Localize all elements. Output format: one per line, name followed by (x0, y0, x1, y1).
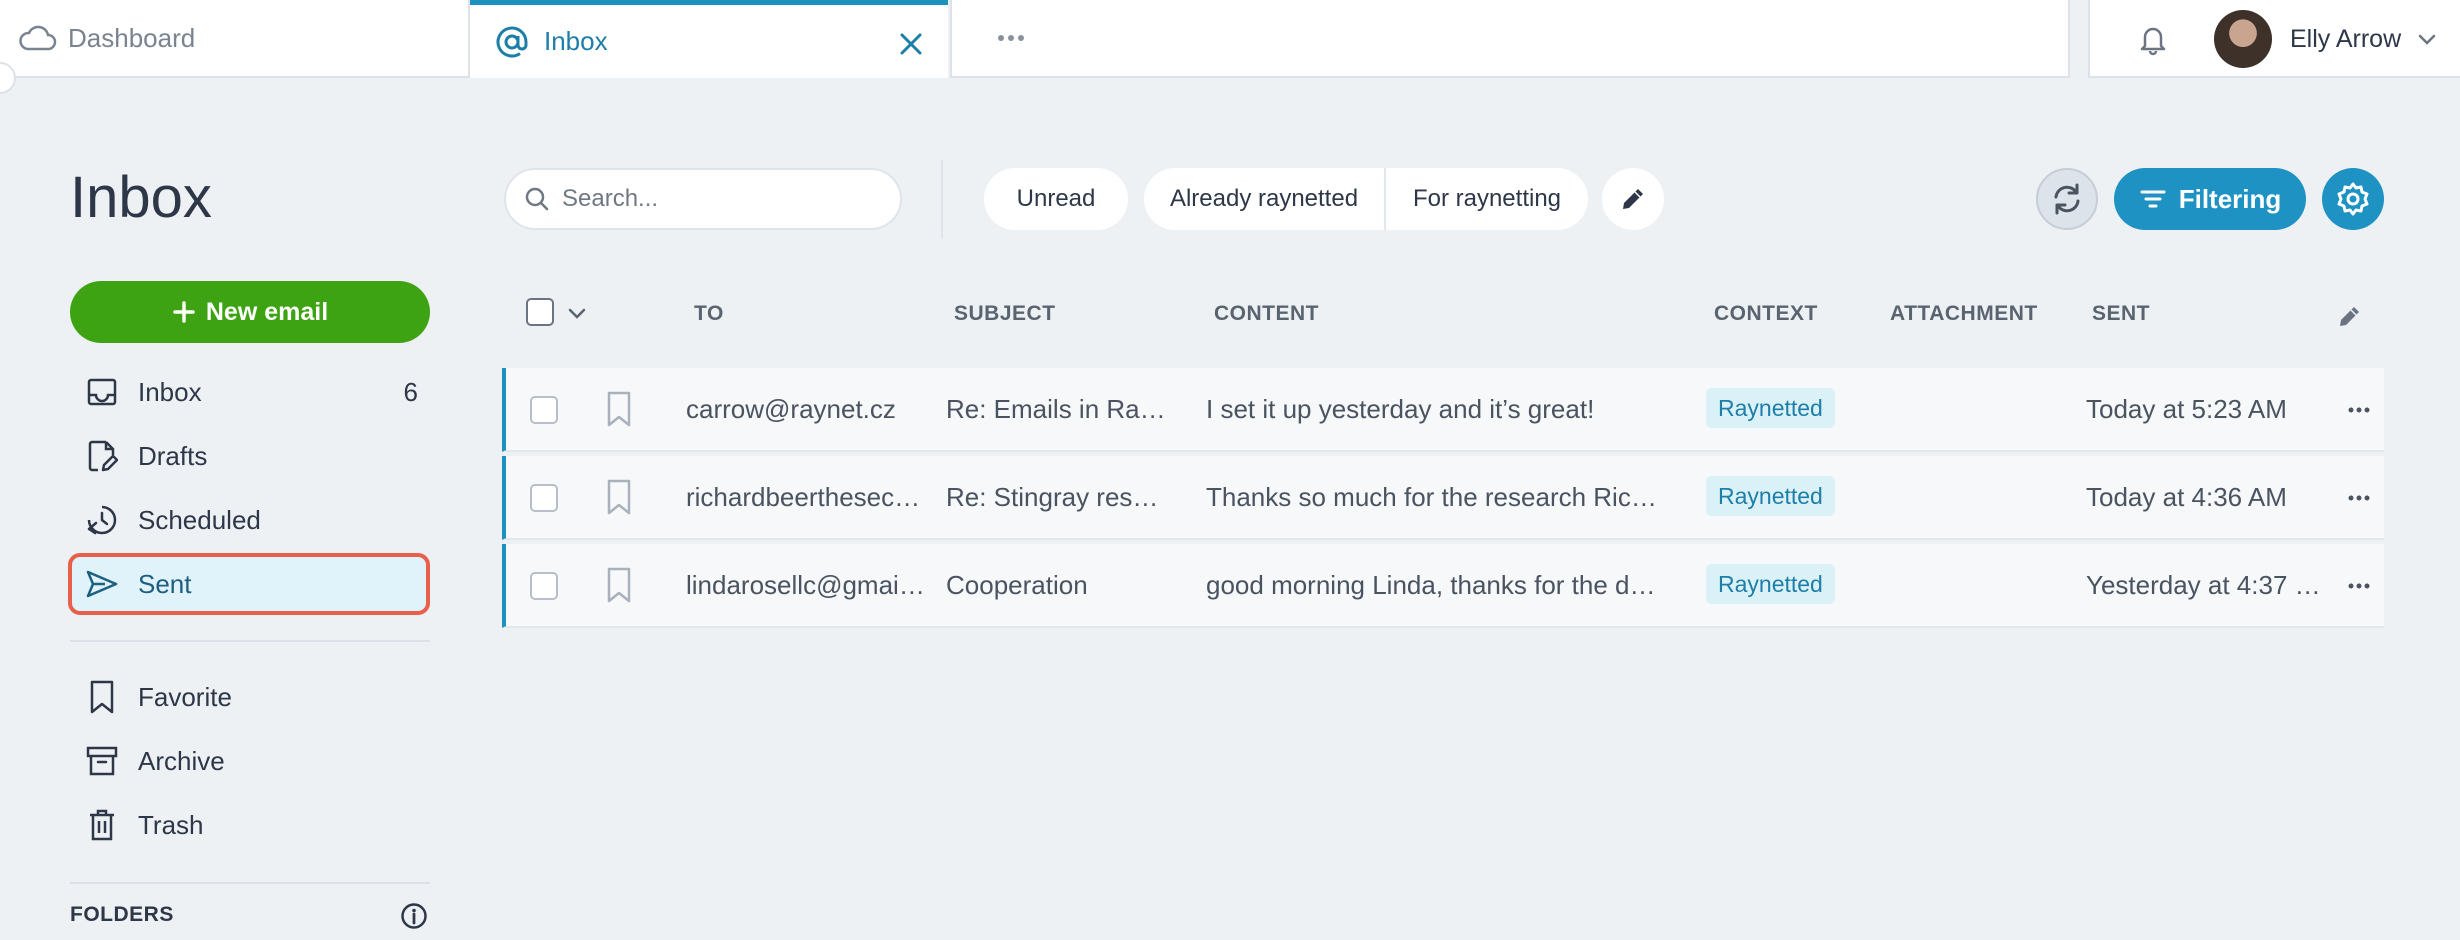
row-subject: Re: Stingray research (946, 482, 1166, 512)
user-name[interactable]: Elly Arrow (2290, 25, 2401, 54)
row-to: carrow@raynet.cz (686, 394, 896, 424)
edit-columns-icon[interactable] (2336, 302, 2364, 330)
row-sent: Today at 4:36 AM (2086, 482, 2287, 512)
table-row[interactable]: richardbeerthesecond Re: Stingray resear… (502, 456, 2384, 540)
inbox-icon (84, 376, 120, 408)
unread-filter-button[interactable]: Unread (984, 168, 1128, 230)
chevron-down-icon[interactable] (2416, 28, 2438, 50)
info-icon[interactable] (400, 902, 428, 930)
sidebar-item-label: Archive (138, 745, 225, 776)
row-subject: Cooperation (946, 570, 1088, 600)
row-subject: Re: Emails in Raynet (946, 394, 1166, 424)
clock-icon (84, 503, 120, 537)
archive-icon (84, 744, 120, 778)
sidebar-item-archive[interactable]: Archive (70, 732, 430, 790)
sidebar-divider (70, 640, 430, 642)
row-content: I set it up yesterday and it’s great! (1206, 394, 1595, 424)
tab-more[interactable] (950, 0, 2070, 78)
sidebar-item-label: Scheduled (138, 504, 261, 535)
trash-icon (84, 808, 120, 842)
row-to: richardbeerthesecond (686, 482, 926, 512)
table-header: TO SUBJECT CONTENT CONTEXT ATTACHMENT SE… (504, 290, 2384, 340)
sidebar-item-sent[interactable]: Sent (68, 553, 430, 615)
search-box[interactable] (504, 168, 902, 230)
filter-icon (2139, 187, 2167, 211)
row-checkbox[interactable] (530, 572, 558, 600)
bookmark-icon (84, 679, 120, 715)
settings-button[interactable] (2322, 168, 2384, 230)
raynet-filter-group: Already raynetted For raynetting (1144, 168, 1588, 230)
tab-inbox[interactable]: Inbox (470, 0, 948, 78)
toolbar-separator (941, 160, 943, 238)
sidebar-item-label: Trash (138, 809, 204, 840)
chevron-down-icon[interactable] (566, 302, 588, 324)
row-checkbox[interactable] (530, 396, 558, 424)
column-header-context[interactable]: CONTEXT (1714, 302, 1818, 326)
sidebar-item-favorite[interactable]: Favorite (70, 668, 430, 726)
table-row[interactable]: carrow@raynet.cz Re: Emails in Raynet I … (502, 368, 2384, 452)
more-horizontal-icon[interactable] (2348, 494, 2370, 502)
tab-dashboard-label: Dashboard (68, 22, 196, 53)
sidebar-item-label: Drafts (138, 440, 208, 471)
already-raynetted-button[interactable]: Already raynetted (1144, 168, 1386, 230)
column-header-attachment[interactable]: ATTACHMENT (1890, 302, 2038, 326)
row-content: good morning Linda, thanks for the docum… (1206, 570, 1666, 600)
for-raynetting-button[interactable]: For raynetting (1386, 168, 1588, 230)
sidebar-item-drafts[interactable]: Drafts (70, 427, 430, 485)
bookmark-icon[interactable] (604, 566, 634, 604)
refresh-icon (2049, 181, 2085, 217)
drafts-icon (84, 439, 120, 473)
more-horizontal-icon[interactable] (2348, 406, 2370, 414)
sidebar-item-scheduled[interactable]: Scheduled (70, 491, 430, 549)
close-icon[interactable] (894, 27, 928, 61)
row-sent: Yesterday at 4:37 PM (2086, 570, 2326, 600)
tab-bar: Dashboard Inbox Elly Arrow (0, 0, 2460, 78)
context-tag[interactable]: Raynetted (1706, 476, 1835, 516)
new-email-label: New email (205, 297, 329, 326)
folders-heading: FOLDERS (70, 903, 174, 926)
new-email-button[interactable]: New email (70, 281, 430, 343)
pencil-icon (1618, 184, 1648, 214)
plus-icon (172, 300, 196, 324)
bell-icon[interactable] (2136, 22, 2170, 56)
at-icon (494, 24, 530, 60)
filtering-button[interactable]: Filtering (2114, 168, 2306, 230)
sidebar-item-trash[interactable]: Trash (70, 796, 430, 854)
inbox-count: 6 (403, 376, 418, 407)
refresh-button[interactable] (2036, 168, 2098, 230)
row-checkbox[interactable] (530, 484, 558, 512)
search-input[interactable] (560, 184, 884, 214)
column-header-content[interactable]: CONTENT (1214, 302, 1319, 326)
bookmark-icon[interactable] (604, 478, 634, 516)
avatar[interactable] (2214, 10, 2272, 68)
sidebar-item-label: Favorite (138, 681, 232, 712)
send-icon (84, 569, 120, 599)
sidebar-divider (70, 882, 430, 884)
more-horizontal-icon[interactable] (996, 33, 1026, 43)
row-to: lindarosellc@gmail.com (686, 570, 926, 600)
context-tag[interactable]: Raynetted (1706, 388, 1835, 428)
page-title: Inbox (70, 165, 212, 230)
column-header-subject[interactable]: SUBJECT (954, 302, 1056, 326)
row-sent: Today at 5:23 AM (2086, 394, 2287, 424)
filtering-label: Filtering (2178, 183, 2282, 214)
search-icon (524, 186, 550, 212)
more-horizontal-icon[interactable] (2348, 582, 2370, 590)
context-tag[interactable]: Raynetted (1706, 564, 1835, 604)
row-content: Thanks so much for the research Richard (1206, 482, 1666, 512)
select-all-checkbox[interactable] (526, 298, 554, 326)
bookmark-icon[interactable] (604, 390, 634, 428)
sidebar-item-inbox[interactable]: Inbox 6 (70, 363, 430, 421)
tab-inbox-label: Inbox (544, 26, 608, 56)
tab-dashboard[interactable]: Dashboard (0, 0, 470, 78)
user-area: Elly Arrow (2088, 0, 2460, 78)
sidebar-item-label: Inbox (138, 376, 202, 407)
column-header-to[interactable]: TO (694, 302, 724, 326)
table-row[interactable]: lindarosellc@gmail.com Cooperation good … (502, 544, 2384, 628)
sidebar-item-label: Sent (138, 568, 192, 599)
gear-icon (2334, 180, 2372, 218)
column-header-sent[interactable]: SENT (2092, 302, 2150, 326)
cloud-icon (18, 23, 58, 53)
edit-filters-button[interactable] (1602, 168, 1664, 230)
